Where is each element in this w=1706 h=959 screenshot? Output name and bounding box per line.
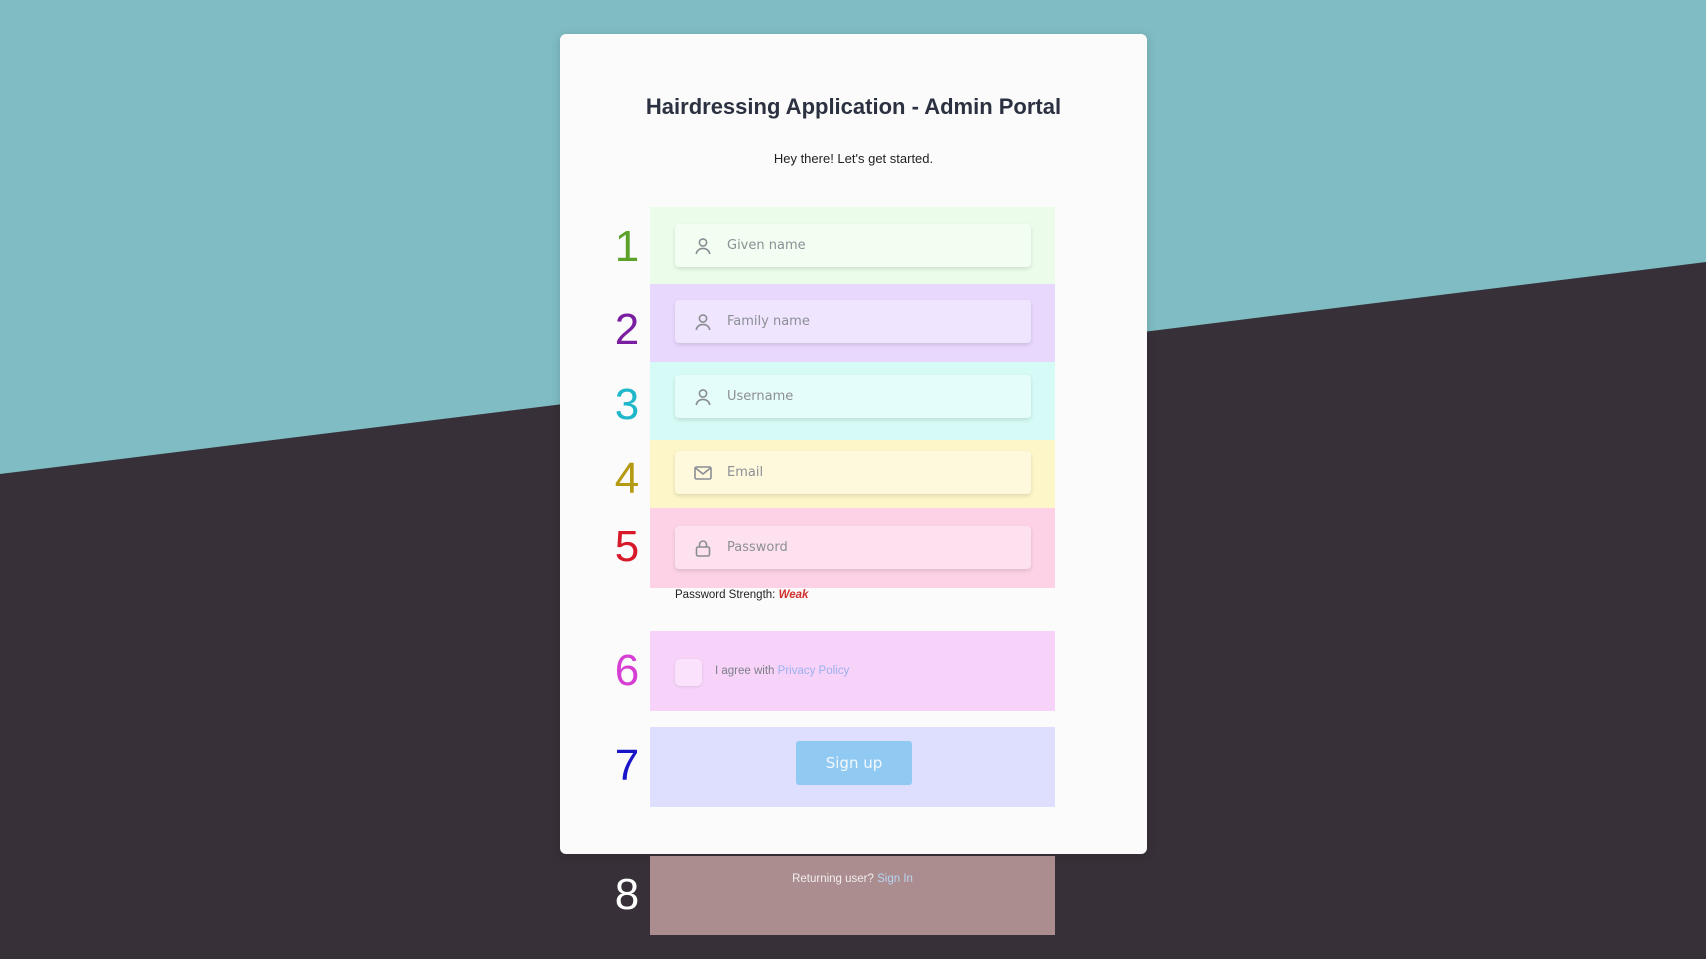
annotation-marker-7: 7 <box>614 741 640 790</box>
given-name-field[interactable] <box>675 224 1031 267</box>
annotation-marker-5: 5 <box>614 522 640 571</box>
sign-in-link[interactable]: Sign In <box>877 873 913 885</box>
returning-user: Returning user? Sign In <box>650 873 1055 885</box>
privacy-policy-link[interactable]: Privacy Policy <box>778 665 850 677</box>
given-name-input[interactable] <box>725 237 989 254</box>
password-strength: Password Strength: Weak <box>675 589 808 601</box>
user-icon <box>693 312 713 332</box>
annotation-marker-2: 2 <box>614 305 640 354</box>
annotation-marker-1: 1 <box>614 222 640 271</box>
username-input[interactable] <box>725 388 989 405</box>
user-icon <box>693 236 713 256</box>
email-input[interactable] <box>725 464 989 481</box>
annotation-marker-3: 3 <box>614 380 640 429</box>
returning-user-text: Returning user? <box>792 873 874 885</box>
family-name-field[interactable] <box>675 300 1031 343</box>
privacy-agreement: I agree with Privacy Policy <box>715 665 849 677</box>
lock-icon <box>693 538 713 558</box>
password-field[interactable] <box>675 526 1031 569</box>
family-name-input[interactable] <box>725 313 989 330</box>
privacy-policy-checkbox[interactable] <box>675 659 702 686</box>
annotation-marker-6: 6 <box>614 646 640 695</box>
agree-text: I agree with <box>715 665 775 677</box>
annotation-marker-4: 4 <box>614 454 640 503</box>
annotation-marker-8: 8 <box>614 870 640 919</box>
user-icon <box>693 387 713 407</box>
password-strength-value: Weak <box>778 589 809 601</box>
page-title: Hairdressing Application - Admin Portal <box>645 94 1062 119</box>
annotation-band-8 <box>650 856 1055 935</box>
annotation-band-6 <box>650 631 1055 711</box>
password-strength-label: Password Strength: <box>675 589 776 601</box>
email-field[interactable] <box>675 451 1031 494</box>
page-subtitle: Hey there! Let's get started. <box>773 151 934 166</box>
password-input[interactable] <box>725 539 989 556</box>
mail-icon <box>693 463 713 483</box>
username-field[interactable] <box>675 375 1031 418</box>
signup-button[interactable]: Sign up <box>796 741 912 785</box>
